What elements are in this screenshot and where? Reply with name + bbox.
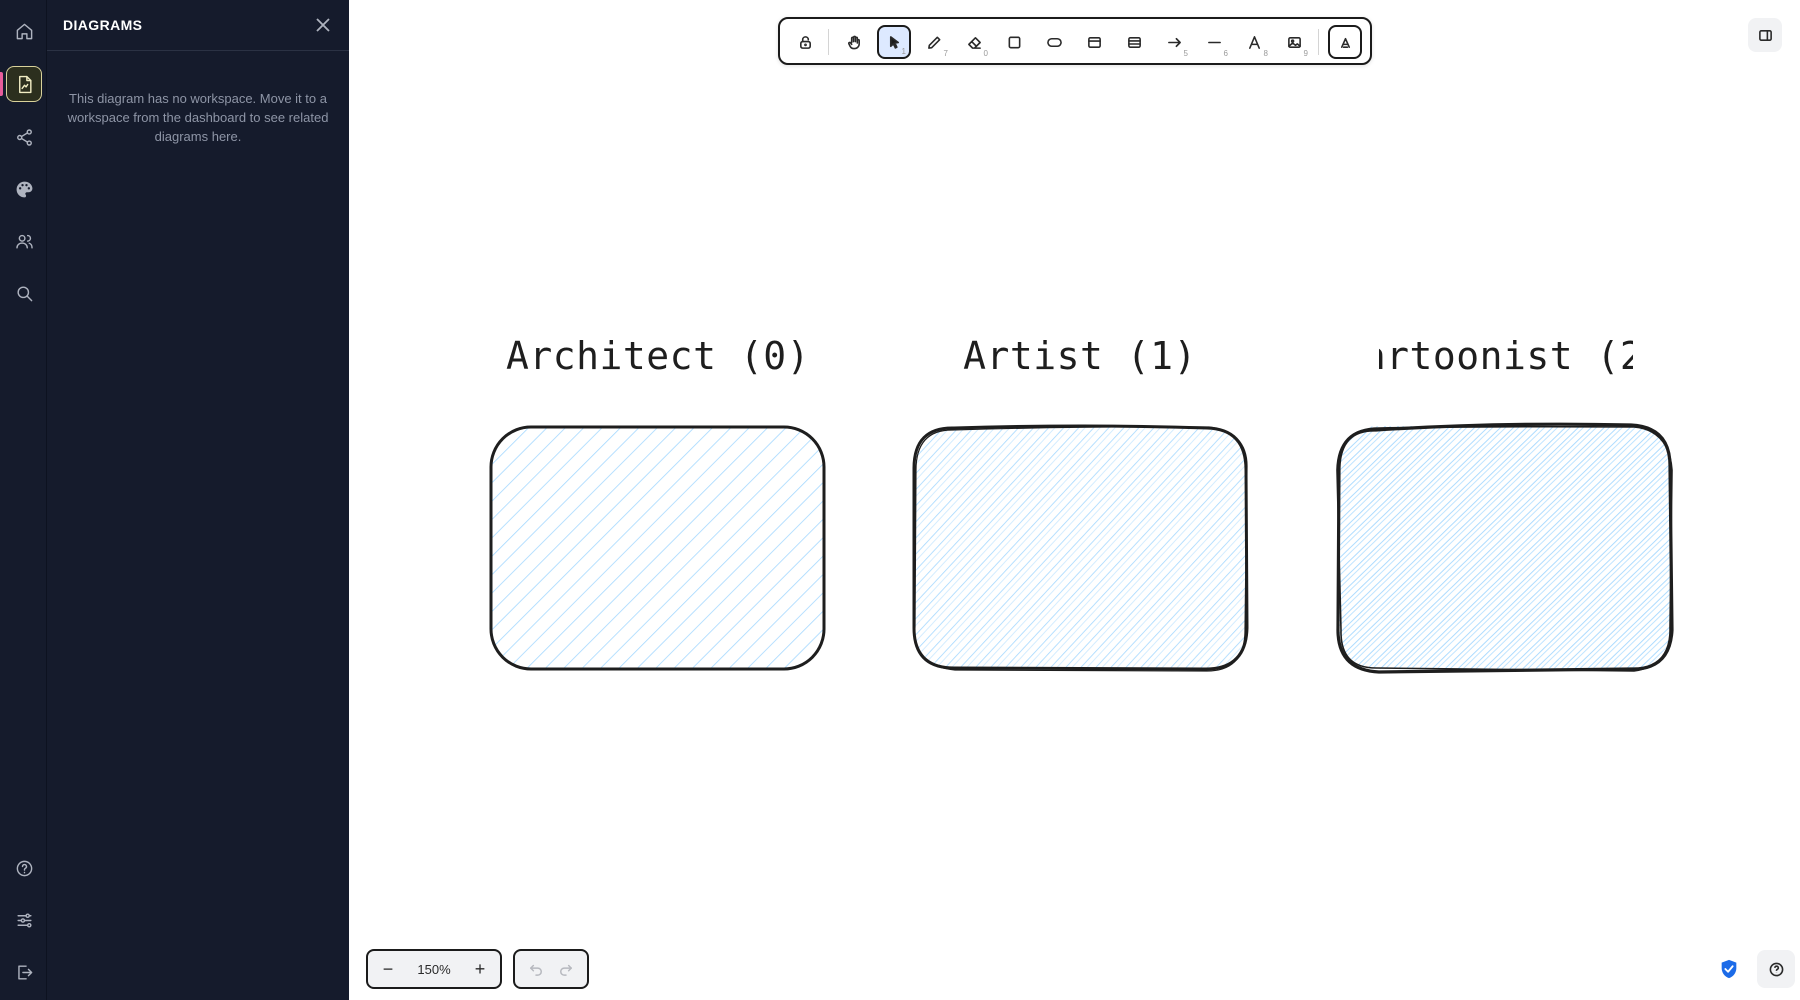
panel-header: DIAGRAMS bbox=[47, 0, 349, 51]
card-architect[interactable] bbox=[489, 425, 826, 671]
users-icon[interactable] bbox=[6, 223, 42, 259]
diagrams-panel: DIAGRAMS This diagram has no workspace. … bbox=[47, 0, 349, 1000]
diagrams-icon[interactable] bbox=[6, 66, 42, 102]
close-icon[interactable] bbox=[313, 15, 333, 35]
help-circle-icon[interactable] bbox=[1757, 950, 1795, 988]
palette-icon[interactable] bbox=[6, 171, 42, 207]
card-label-architect[interactable]: Architect (0) bbox=[506, 334, 810, 378]
card-label-clip: Cartoonist (2) bbox=[1379, 330, 1633, 386]
card-label-artist[interactable]: Artist (1) bbox=[963, 334, 1197, 378]
empty-state-message: This diagram has no workspace. Move it t… bbox=[67, 91, 329, 144]
zoom-level[interactable]: 150% bbox=[417, 962, 450, 977]
icon-rail bbox=[0, 0, 47, 1000]
home-icon[interactable] bbox=[6, 13, 42, 49]
canvas-drawing bbox=[489, 422, 1674, 674]
settings-sliders-icon[interactable] bbox=[6, 902, 42, 938]
undo-icon[interactable] bbox=[522, 955, 550, 983]
help-icon[interactable] bbox=[6, 850, 42, 886]
shield-check-icon[interactable] bbox=[1716, 956, 1742, 982]
redo-icon[interactable] bbox=[552, 955, 580, 983]
history-controls bbox=[513, 949, 589, 989]
search-icon[interactable] bbox=[6, 275, 42, 311]
active-indicator bbox=[0, 72, 3, 96]
card-cartoonist[interactable] bbox=[1336, 422, 1674, 674]
drawing-canvas[interactable]: Architect (0) Artist (1) Cartoonist (2) bbox=[349, 0, 1800, 1000]
share-icon[interactable] bbox=[6, 119, 42, 155]
panel-title: DIAGRAMS bbox=[63, 17, 143, 33]
zoom-in-button[interactable]: + bbox=[466, 955, 494, 983]
zoom-controls: − 150% + bbox=[366, 949, 502, 989]
logout-icon[interactable] bbox=[6, 954, 42, 990]
zoom-out-button[interactable]: − bbox=[374, 955, 402, 983]
card-label-cartoonist[interactable]: Cartoonist (2) bbox=[1379, 334, 1633, 378]
card-artist[interactable] bbox=[912, 424, 1249, 672]
